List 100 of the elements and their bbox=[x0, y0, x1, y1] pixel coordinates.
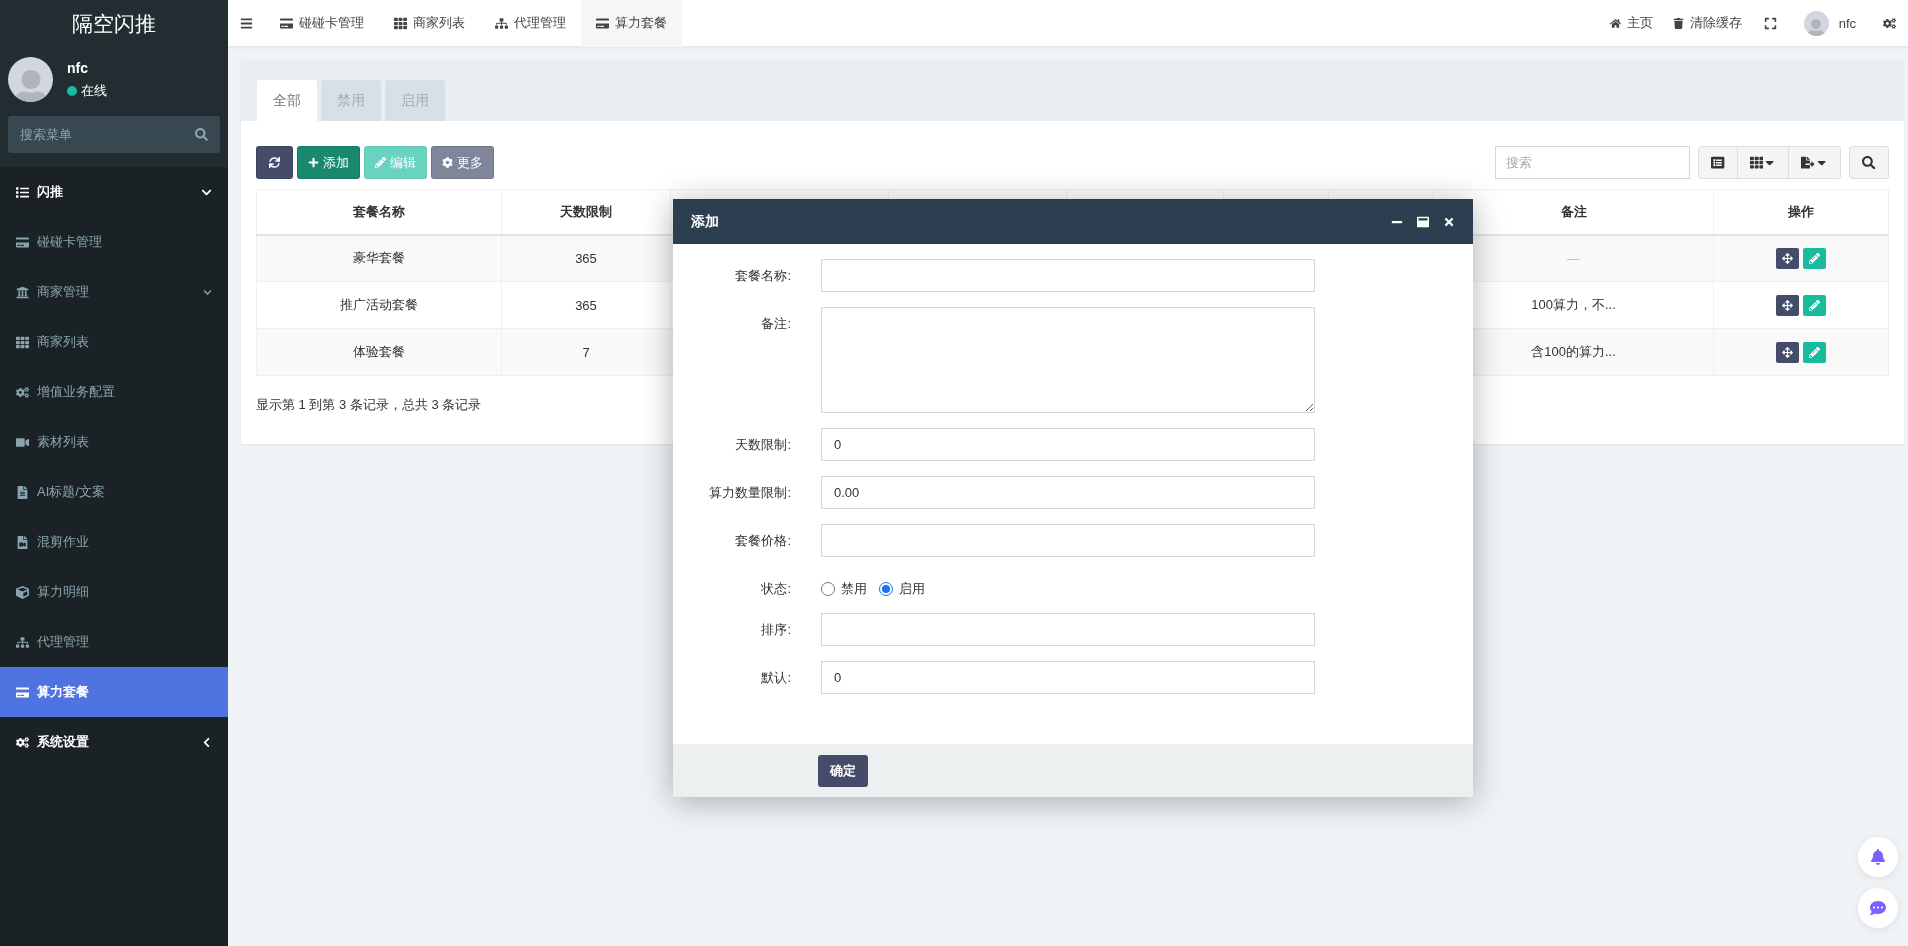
input-field[interactable] bbox=[821, 524, 1315, 557]
table-cell: 体验套餐 bbox=[256, 328, 502, 376]
table-cell: 推广活动套餐 bbox=[256, 281, 502, 329]
nav-tab[interactable]: 商家列表 bbox=[379, 0, 480, 47]
notification-button[interactable] bbox=[1858, 837, 1898, 877]
document-icon bbox=[16, 485, 29, 499]
sidebar-item[interactable]: 闪推 bbox=[0, 167, 228, 217]
card-icon bbox=[596, 16, 609, 30]
confirm-button[interactable]: 确定 bbox=[818, 754, 868, 787]
move-arrows-icon bbox=[1782, 299, 1793, 311]
close-icon[interactable] bbox=[1443, 215, 1455, 228]
pagination-info: 显示第 1 到第 3 条记录，总共 3 条记录 bbox=[256, 396, 483, 414]
drag-button[interactable] bbox=[1776, 341, 1799, 363]
export-icon bbox=[1801, 155, 1815, 170]
dialog-title: 添加 bbox=[691, 212, 720, 231]
sidebar-item[interactable]: AI标题/文案 bbox=[0, 467, 228, 517]
list-icon bbox=[1711, 155, 1725, 170]
sidebar-item[interactable]: 碰碰卡管理 bbox=[0, 217, 228, 267]
gear-icon bbox=[442, 157, 453, 168]
home-icon bbox=[1609, 17, 1621, 29]
drag-button[interactable] bbox=[1776, 294, 1799, 316]
move-arrows-icon bbox=[1782, 252, 1793, 264]
table-cell: 7 bbox=[501, 328, 671, 376]
input-field[interactable]: 0.00 bbox=[821, 476, 1315, 509]
sidebar-item[interactable]: 增值业务配置 bbox=[0, 367, 228, 417]
bell-icon bbox=[1870, 849, 1886, 865]
table-cell: 豪华套餐 bbox=[256, 234, 502, 282]
grid-icon bbox=[394, 16, 407, 30]
pencil-icon bbox=[1809, 299, 1820, 311]
input-field[interactable] bbox=[821, 259, 1315, 292]
table-cell: 365 bbox=[501, 234, 671, 282]
field-label: 备注: bbox=[760, 315, 791, 333]
card-icon bbox=[16, 685, 29, 699]
home-link[interactable]: 主页 bbox=[1599, 0, 1663, 47]
card-icon bbox=[16, 235, 29, 249]
field-label: 状态: bbox=[760, 580, 791, 598]
cube-icon bbox=[16, 585, 29, 599]
pencil-icon bbox=[375, 157, 386, 168]
radio-option[interactable]: 启用 bbox=[879, 580, 925, 598]
table-cell: 365 bbox=[501, 281, 671, 329]
list-icon bbox=[16, 185, 29, 199]
refresh-button[interactable] bbox=[256, 146, 293, 179]
chevron-down-icon bbox=[203, 287, 212, 297]
sidebar-item[interactable]: 商家列表 bbox=[0, 317, 228, 367]
field-label: 默认: bbox=[760, 669, 791, 687]
toggle-view-button[interactable] bbox=[1699, 147, 1738, 178]
nav-tab[interactable]: 碰碰卡管理 bbox=[265, 0, 379, 47]
user-name: nfc bbox=[67, 59, 89, 76]
search-icon bbox=[1862, 155, 1876, 170]
sidebar-item[interactable]: 混剪作业 bbox=[0, 517, 228, 567]
textarea-field[interactable] bbox=[821, 307, 1315, 413]
sidebar-item[interactable]: 算力明细 bbox=[0, 567, 228, 617]
grid-icon bbox=[16, 335, 29, 349]
field-label: 天数限制: bbox=[734, 436, 791, 454]
clear-cache-link[interactable]: 清除缓存 bbox=[1662, 0, 1752, 47]
search-field[interactable]: 搜索 bbox=[1495, 146, 1691, 179]
input-field[interactable]: 0 bbox=[821, 661, 1315, 694]
chat-bubble-icon bbox=[1870, 900, 1886, 916]
input-field[interactable]: 0 bbox=[821, 428, 1315, 461]
column-header: 套餐名称 bbox=[256, 189, 502, 235]
user-avatar bbox=[1803, 10, 1829, 36]
card-icon bbox=[280, 16, 293, 30]
sidebar-item[interactable]: 系统设置 bbox=[0, 717, 228, 767]
bank-icon bbox=[16, 285, 29, 299]
maximize-icon[interactable] bbox=[1417, 215, 1429, 228]
nav-tab[interactable]: 算力套餐 bbox=[581, 0, 682, 47]
column-header: 天数限制 bbox=[501, 189, 671, 235]
search-icon bbox=[195, 128, 208, 141]
nav-tab[interactable]: 代理管理 bbox=[480, 0, 581, 47]
refresh-icon bbox=[269, 157, 280, 168]
sidebar-item[interactable]: 素材列表 bbox=[0, 417, 228, 467]
search-button[interactable] bbox=[1849, 146, 1889, 179]
chat-button[interactable] bbox=[1858, 888, 1898, 928]
column-header: 操作 bbox=[1713, 189, 1889, 235]
sidebar-item[interactable]: 商家管理 bbox=[0, 267, 228, 317]
add-button[interactable]: 添加 bbox=[297, 146, 360, 179]
sitemap-icon bbox=[495, 16, 508, 30]
video-file-icon bbox=[16, 535, 29, 549]
trash-icon bbox=[1672, 17, 1684, 29]
menu-search-field[interactable]: 搜索菜单 bbox=[8, 116, 220, 153]
field-label: 套餐价格: bbox=[734, 532, 791, 550]
sidebar-item[interactable]: 算力套餐 bbox=[0, 667, 228, 717]
radio-option[interactable]: 禁用 bbox=[821, 580, 867, 598]
filter-tab[interactable]: 全部 bbox=[257, 80, 317, 121]
app-logo: 隔空闪推 bbox=[0, 0, 228, 47]
user-menu[interactable]: nfc bbox=[1788, 0, 1871, 47]
field-label: 算力数量限制: bbox=[708, 484, 791, 502]
grid-icon bbox=[1749, 155, 1763, 170]
pencil-icon bbox=[1809, 252, 1820, 264]
pencil-icon bbox=[1809, 346, 1820, 358]
sidebar-item[interactable]: 代理管理 bbox=[0, 617, 228, 667]
field-label: 套餐名称: bbox=[734, 267, 791, 285]
drag-button[interactable] bbox=[1776, 247, 1799, 269]
input-field[interactable] bbox=[821, 613, 1315, 646]
move-arrows-icon bbox=[1782, 346, 1793, 358]
online-dot bbox=[67, 85, 77, 96]
user-status: 在线 bbox=[67, 81, 107, 100]
more-button[interactable]: 更多 bbox=[431, 146, 494, 179]
user-avatar bbox=[8, 57, 53, 102]
plus-icon bbox=[308, 157, 319, 168]
